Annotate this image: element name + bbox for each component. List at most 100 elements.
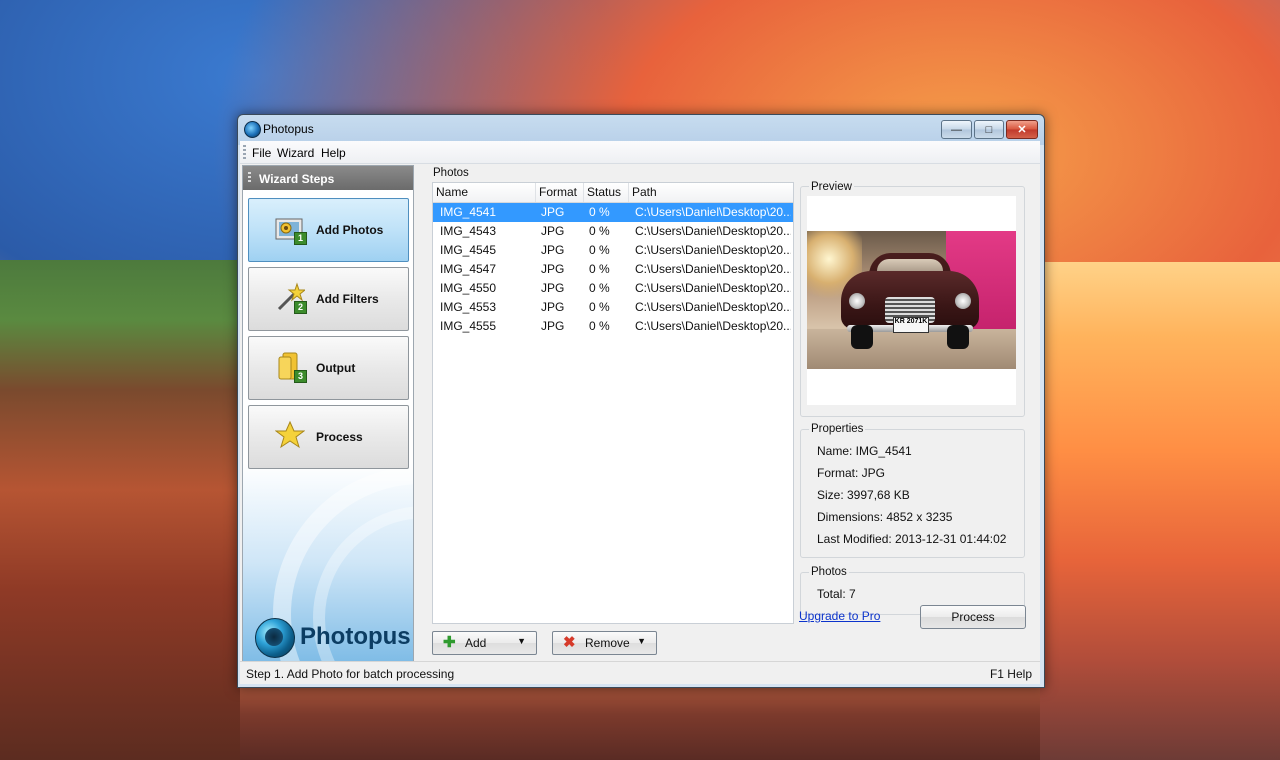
wizard-steps-title: Wizard Steps [259, 172, 335, 186]
title-bar[interactable]: Photopus — □ ✕ [238, 115, 1044, 141]
license-plate: KR 2071K [893, 317, 929, 333]
property-dimensions: Dimensions: 4852 x 3235 [817, 510, 953, 524]
menu-file[interactable]: File [252, 146, 271, 160]
table-row[interactable]: IMG_4545 JPG 0 % C:\Users\Daniel\Desktop\20… [433, 241, 793, 260]
photos-list[interactable]: Name Format Status Path IMG_4541 JPG 0 % C:… [432, 182, 794, 624]
menu-help-label: Help [321, 146, 346, 160]
step-number-badge: 1 [294, 232, 307, 245]
car: KR 2071K [841, 251, 979, 351]
desktop-wallpaper-bottom [240, 684, 1040, 760]
cell-name: IMG_4541 [440, 205, 497, 219]
menu-help[interactable]: Help [321, 146, 346, 160]
table-row[interactable]: IMG_4547 JPG 0 % C:\Users\Daniel\Desktop\20… [433, 260, 793, 279]
step-output[interactable]: 3 Output [248, 336, 409, 400]
cell-path: C:\Users\Daniel\Desktop\20... [635, 205, 791, 219]
status-bar: Step 1. Add Photo for batch processing F… [240, 661, 1040, 684]
photos-group-label: Photos [433, 167, 469, 179]
dropdown-arrow-icon: ▼ [517, 636, 526, 646]
cell-path: C:\Users\Daniel\Desktop\20... [635, 281, 791, 295]
cell-format: JPG [541, 281, 565, 295]
remove-button-label: Remove [585, 636, 630, 650]
desktop-wallpaper-left [0, 260, 240, 760]
process-button[interactable]: Process [920, 605, 1026, 629]
cell-name: IMG_4547 [440, 262, 497, 276]
list-header: Name Format Status Path [433, 183, 793, 203]
maximize-button[interactable]: □ [974, 120, 1004, 139]
desktop-wallpaper-right [1040, 262, 1280, 760]
remove-x-icon: ✖ [563, 634, 576, 651]
window-title: Photopus [263, 122, 314, 136]
step-add-filters[interactable]: 2 Add Filters [248, 267, 409, 331]
star-icon [274, 420, 306, 450]
photos-summary-label: Photos [809, 566, 849, 578]
step-add-photos[interactable]: 1 Add Photos [248, 198, 409, 262]
remove-button[interactable]: ✖ Remove ▼ [552, 631, 657, 655]
properties-label: Properties [809, 423, 866, 435]
table-row[interactable]: IMG_4541 JPG 0 % C:\Users\Daniel\Desktop\20… [433, 203, 793, 222]
maximize-icon: □ [985, 123, 993, 136]
cell-status: 0 % [589, 300, 610, 314]
cell-path: C:\Users\Daniel\Desktop\20... [635, 224, 791, 238]
cell-path: C:\Users\Daniel\Desktop\20... [635, 319, 791, 333]
menu-wizard[interactable]: Wizard [277, 146, 314, 160]
step-label: Process [316, 430, 363, 444]
cell-path: C:\Users\Daniel\Desktop\20... [635, 243, 791, 257]
step-number-badge: 2 [294, 301, 307, 314]
cell-status: 0 % [589, 205, 610, 219]
property-name: Name: IMG_4541 [817, 444, 912, 458]
column-name[interactable]: Name [433, 183, 536, 202]
step-label: Output [316, 361, 356, 375]
cell-format: JPG [541, 243, 565, 257]
cell-status: 0 % [589, 262, 610, 276]
car-wheel [947, 325, 969, 349]
column-format[interactable]: Format [536, 183, 584, 202]
plus-icon: ✚ [443, 634, 456, 651]
photos-icon: 1 [275, 213, 307, 245]
cell-name: IMG_4550 [440, 281, 497, 295]
property-modified: Last Modified: 2013-12-31 01:44:02 [817, 532, 1007, 546]
menu-bar: File Wizard Help [240, 141, 1040, 164]
cell-name: IMG_4543 [440, 224, 497, 238]
client-area: File Wizard Help Wizard Steps 1 Add Phot… [240, 141, 1040, 684]
property-size: Size: 3997,68 KB [817, 488, 910, 502]
help-hint: F1 Help [989, 667, 1032, 681]
dropdown-arrow-icon: ▼ [637, 636, 646, 646]
cell-status: 0 % [589, 224, 610, 238]
step-number-badge: 3 [294, 370, 307, 383]
cell-format: JPG [541, 262, 565, 276]
close-button[interactable]: ✕ [1006, 120, 1038, 139]
car-headlight [849, 293, 865, 309]
cell-format: JPG [541, 224, 565, 238]
cell-name: IMG_4553 [440, 300, 497, 314]
cell-format: JPG [541, 205, 565, 219]
app-window: Photopus — □ ✕ File Wizard Help Wizard S… [237, 114, 1045, 688]
column-path[interactable]: Path [629, 183, 793, 202]
add-button[interactable]: ✚ Add ▼ [432, 631, 537, 655]
cell-format: JPG [541, 319, 565, 333]
wizard-steps-header: Wizard Steps [243, 166, 413, 190]
cell-status: 0 % [589, 281, 610, 295]
cell-path: C:\Users\Daniel\Desktop\20... [635, 300, 791, 314]
grip-icon [248, 172, 251, 184]
step-label: Add Photos [316, 223, 384, 237]
minimize-button[interactable]: — [941, 120, 972, 139]
menu-wizard-label: Wizard [277, 146, 315, 160]
minimize-icon: — [951, 123, 962, 136]
car-headlight [955, 293, 971, 309]
cell-format: JPG [541, 300, 565, 314]
status-text: Step 1. Add Photo for batch processing [246, 667, 455, 681]
photos-total: Total: 7 [817, 587, 856, 601]
upgrade-to-pro-link[interactable]: Upgrade to Pro [799, 609, 880, 623]
preview-label: Preview [809, 181, 854, 193]
cell-name: IMG_4545 [440, 243, 497, 257]
cell-status: 0 % [589, 319, 610, 333]
magic-wand-icon: 2 [275, 282, 307, 314]
menu-grip [243, 145, 246, 159]
table-row[interactable]: IMG_4543 JPG 0 % C:\Users\Daniel\Desktop\20… [433, 222, 793, 241]
table-row[interactable]: IMG_4555 JPG 0 % C:\Users\Daniel\Desktop\20… [433, 317, 793, 336]
column-status[interactable]: Status [584, 183, 629, 202]
add-button-label: Add [465, 636, 487, 650]
step-process[interactable]: Process [248, 405, 409, 469]
table-row[interactable]: IMG_4553 JPG 0 % C:\Users\Daniel\Desktop\20… [433, 298, 793, 317]
table-row[interactable]: IMG_4550 JPG 0 % C:\Users\Daniel\Desktop\20… [433, 279, 793, 298]
